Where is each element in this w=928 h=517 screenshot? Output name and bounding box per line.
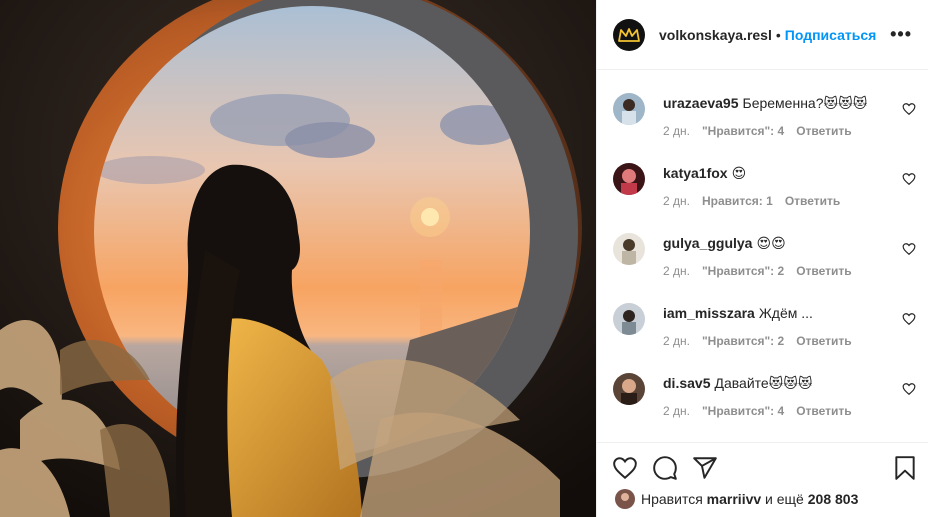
comment-time[interactable]: 2 дн. <box>663 334 690 348</box>
heart-icon[interactable] <box>902 172 916 186</box>
comment-text: 😍 <box>731 165 747 181</box>
comment-item: di.sav5 Давайте😻😻😻 2 дн. "Нравится": 4 Отве… <box>613 350 916 420</box>
comments-list[interactable]: urazaeva95 Беременна?😻😻😻 2 дн. "Нравится":… <box>597 70 928 442</box>
heart-icon[interactable] <box>902 102 916 116</box>
more-options-icon[interactable]: ••• <box>890 24 912 45</box>
likes-connector: и ещё <box>765 491 804 507</box>
comment-time[interactable]: 2 дн. <box>663 194 690 208</box>
heart-icon[interactable] <box>902 382 916 396</box>
bookmark-icon[interactable] <box>892 455 918 481</box>
comment-time[interactable]: 2 дн. <box>663 124 690 138</box>
comment-item: katya1fox 😍 2 дн. Нравится: 1 Ответить <box>613 140 916 210</box>
comment-text-line: di.sav5 Давайте😻😻😻 <box>663 374 882 392</box>
comment-time[interactable]: 2 дн. <box>663 264 690 278</box>
comment-avatar[interactable] <box>613 373 645 405</box>
comment-text: Ждём ... <box>758 305 813 321</box>
comment-body: iam_misszara Ждём ... 2 дн. "Нравится": 2 О… <box>663 304 882 348</box>
owner-avatar[interactable] <box>613 18 645 51</box>
comment-likes[interactable]: "Нравится": 2 <box>702 264 784 278</box>
comment-icon[interactable] <box>652 455 678 481</box>
comment-likes[interactable]: "Нравится": 2 <box>702 334 784 348</box>
comment-avatar[interactable] <box>613 303 645 335</box>
comment-text-line: urazaeva95 Беременна?😻😻😻 <box>663 94 882 112</box>
comment-username[interactable]: gulya_ggulya <box>663 235 752 251</box>
likes-prefix: Нравится <box>641 491 703 507</box>
comment-likes[interactable]: "Нравится": 4 <box>702 124 784 138</box>
comment-meta: 2 дн. "Нравится": 4 Ответить <box>663 124 882 138</box>
comment-username[interactable]: katya1fox <box>663 165 728 181</box>
post-actions-bar <box>597 442 928 492</box>
comment-username[interactable]: iam_misszara <box>663 305 755 321</box>
avatar-image <box>613 373 645 405</box>
avatar-image <box>613 163 645 195</box>
reply-button[interactable]: Ответить <box>796 124 851 138</box>
comment-text: 😍😍 <box>756 235 786 251</box>
avatar-image <box>615 489 635 509</box>
comment-text: Беременна?😻😻😻 <box>742 95 868 111</box>
reply-button[interactable]: Ответить <box>796 264 851 278</box>
avatar-image <box>613 233 645 265</box>
crown-logo-icon <box>618 27 640 42</box>
comment-likes[interactable]: "Нравится": 4 <box>702 404 784 418</box>
comment-body: katya1fox 😍 2 дн. Нравится: 1 Ответить <box>663 164 882 208</box>
heart-icon[interactable] <box>902 242 916 256</box>
avatar-image <box>613 93 645 125</box>
comment-item: iam_misszara Ждём ... 2 дн. "Нравится": 2 О… <box>613 280 916 350</box>
header-separator: • <box>775 26 781 43</box>
comment-body: gulya_ggulya 😍😍 2 дн. "Нравится": 2 Ответит… <box>663 234 882 278</box>
comment-text-line: gulya_ggulya 😍😍 <box>663 234 882 252</box>
reply-button[interactable]: Ответить <box>796 404 851 418</box>
sunset-window-photo <box>0 0 596 517</box>
owner-username[interactable]: volkonskaya.resl <box>659 27 772 43</box>
reply-button[interactable]: Ответить <box>785 194 840 208</box>
comment-likes[interactable]: Нравится: 1 <box>702 194 773 208</box>
heart-icon[interactable] <box>902 312 916 326</box>
comment-avatar[interactable] <box>613 93 645 125</box>
comment-item: gulya_ggulya 😍😍 2 дн. "Нравится": 2 Ответит… <box>613 210 916 280</box>
comment-username[interactable]: di.sav5 <box>663 375 710 391</box>
post-header: volkonskaya.resl • Подписаться ••• <box>597 0 928 70</box>
comment-avatar[interactable] <box>613 163 645 195</box>
likes-summary: Нравится marriivv и ещё 208 803 <box>615 488 920 510</box>
like-heart-icon[interactable] <box>612 455 638 481</box>
follow-button[interactable]: Подписаться <box>785 27 877 43</box>
avatar-image <box>613 303 645 335</box>
post-photo[interactable] <box>0 0 596 517</box>
comment-text-line: katya1fox 😍 <box>663 164 882 182</box>
liker-username[interactable]: marriivv <box>707 491 761 507</box>
post-side-panel: volkonskaya.resl • Подписаться ••• uraza… <box>596 0 928 517</box>
comment-body: urazaeva95 Беременна?😻😻😻 2 дн. "Нравится":… <box>663 94 882 138</box>
comment-text-line: iam_misszara Ждём ... <box>663 304 882 322</box>
likes-count[interactable]: 208 803 <box>808 491 859 507</box>
comment-avatar[interactable] <box>613 233 645 265</box>
comment-meta: 2 дн. "Нравится": 4 Ответить <box>663 404 882 418</box>
comment-username[interactable]: urazaeva95 <box>663 95 739 111</box>
reply-button[interactable]: Ответить <box>796 334 851 348</box>
comment-meta: 2 дн. Нравится: 1 Ответить <box>663 194 882 208</box>
comment-body: di.sav5 Давайте😻😻😻 2 дн. "Нравится": 4 Отве… <box>663 374 882 418</box>
comment-text: Давайте😻😻😻 <box>714 375 813 391</box>
share-icon[interactable] <box>692 455 718 481</box>
comment-time[interactable]: 2 дн. <box>663 404 690 418</box>
comment-item: urazaeva95 Беременна?😻😻😻 2 дн. "Нравится":… <box>613 70 916 140</box>
comment-meta: 2 дн. "Нравится": 2 Ответить <box>663 264 882 278</box>
liker-avatar[interactable] <box>615 489 635 509</box>
comment-meta: 2 дн. "Нравится": 2 Ответить <box>663 334 882 348</box>
